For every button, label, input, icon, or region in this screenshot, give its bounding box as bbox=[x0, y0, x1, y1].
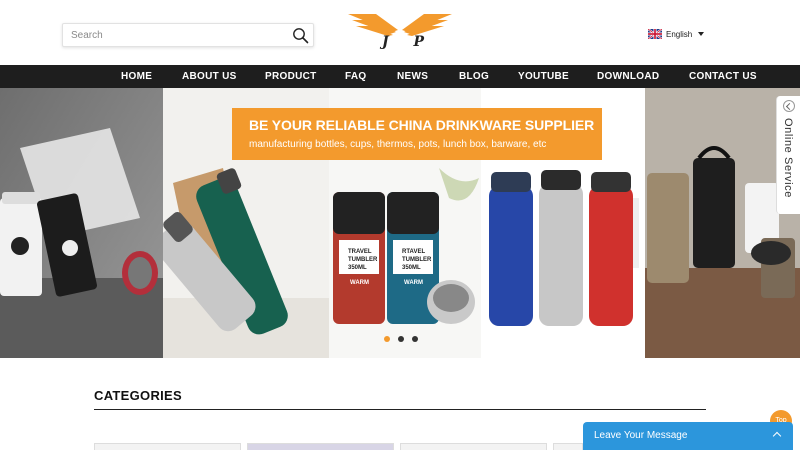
nav-blog[interactable]: BLOG bbox=[459, 65, 489, 88]
nav-product[interactable]: PRODUCT bbox=[265, 65, 317, 88]
category-card[interactable] bbox=[553, 443, 583, 450]
nav-home[interactable]: HOME bbox=[121, 65, 152, 88]
language-selector[interactable]: English bbox=[648, 28, 705, 40]
slide-dot-1[interactable] bbox=[384, 336, 390, 342]
slide-dot-2[interactable] bbox=[398, 336, 404, 342]
online-service-label: Online Service bbox=[782, 118, 794, 198]
leave-message-label: Leave Your Message bbox=[594, 430, 688, 441]
chevron-left-icon[interactable] bbox=[783, 100, 795, 112]
nav-youtube[interactable]: YOUTUBE bbox=[518, 65, 569, 88]
header: J P English bbox=[0, 0, 800, 65]
main-nav: HOME ABOUT US PRODUCT FAQ NEWS BLOG YOUT… bbox=[0, 65, 800, 88]
categories-divider bbox=[94, 409, 706, 410]
logo[interactable]: J P bbox=[346, 10, 454, 54]
tumbler-label-2: RTAVEL TUMBLER 350ML bbox=[402, 249, 432, 271]
tumbler-label-1: TRAVEL TUMBLER 350ML bbox=[348, 249, 378, 271]
search-box[interactable] bbox=[62, 23, 314, 47]
search-icon[interactable] bbox=[292, 27, 309, 44]
banner-title: BE YOUR RELIABLE CHINA DRINKWARE SUPPLIE… bbox=[249, 117, 595, 133]
page: J P English HOME ABOUT US PRODUCT FAQ NE… bbox=[0, 0, 800, 450]
slide-dot-3[interactable] bbox=[412, 336, 418, 342]
language-label: English bbox=[666, 29, 693, 39]
category-card[interactable] bbox=[247, 443, 394, 450]
nav-news[interactable]: NEWS bbox=[397, 65, 428, 88]
nav-download[interactable]: DOWNLOAD bbox=[597, 65, 659, 88]
nav-contact-us[interactable]: CONTACT US bbox=[689, 65, 757, 88]
nav-faq[interactable]: FAQ bbox=[345, 65, 366, 88]
categories-heading: CATEGORIES bbox=[94, 388, 182, 403]
hero-banner[interactable]: TRAVEL TUMBLER 350ML RTAVEL TUMBLER 350M… bbox=[0, 88, 800, 358]
slide-indicators bbox=[384, 336, 418, 342]
uk-flag-icon bbox=[648, 29, 662, 39]
nav-about-us[interactable]: ABOUT US bbox=[182, 65, 237, 88]
tumbler-warm-1: WARM bbox=[350, 280, 369, 286]
online-service-tab[interactable]: Online Service bbox=[776, 96, 800, 214]
banner-headline: BE YOUR RELIABLE CHINA DRINKWARE SUPPLIE… bbox=[232, 108, 602, 160]
search-input[interactable] bbox=[71, 27, 281, 44]
chevron-up-icon[interactable] bbox=[772, 431, 782, 441]
banner-image-mugs bbox=[0, 88, 163, 358]
leave-message-bar[interactable]: Leave Your Message bbox=[583, 422, 793, 450]
category-card[interactable] bbox=[400, 443, 547, 450]
banner-subtitle: manufacturing bottles, cups, thermos, po… bbox=[249, 139, 547, 150]
logo-text: J P bbox=[382, 34, 435, 50]
tumbler-warm-2: WARM bbox=[404, 280, 423, 286]
chevron-down-icon bbox=[698, 32, 705, 36]
category-card[interactable] bbox=[94, 443, 241, 450]
